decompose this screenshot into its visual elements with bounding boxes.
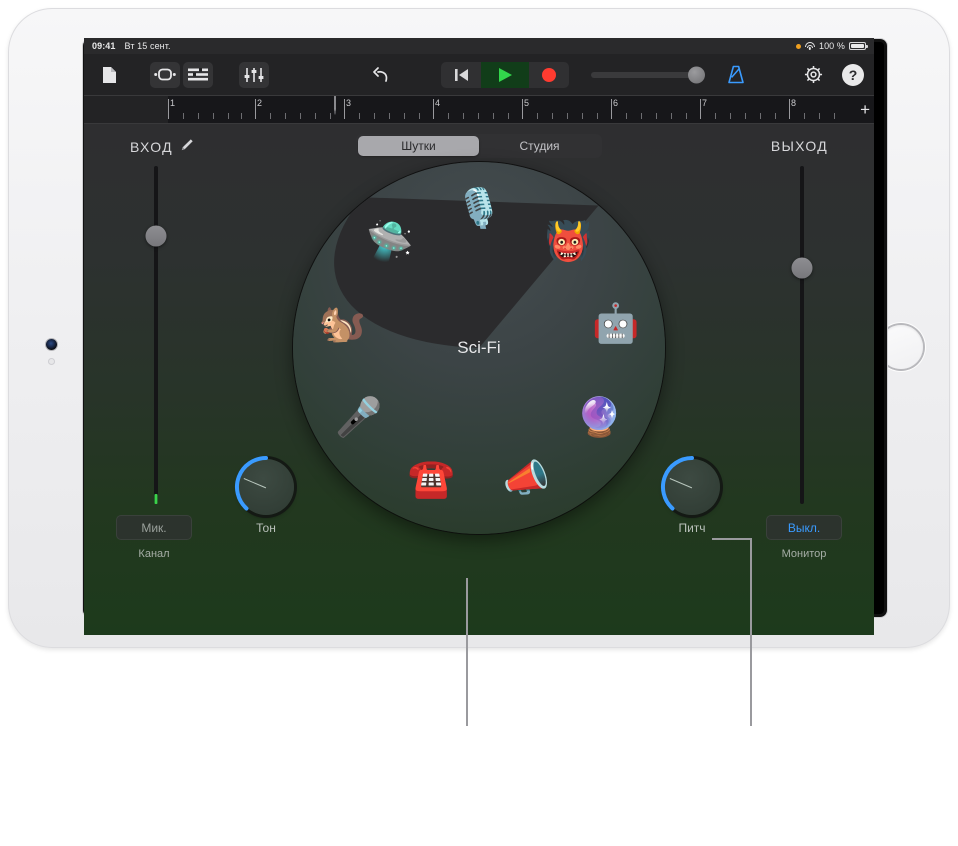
pitch-knob-label: Питч (678, 521, 706, 535)
segment-studio[interactable]: Студия (479, 136, 600, 156)
ruler-header-area (84, 96, 168, 123)
recording-indicator-dot (795, 43, 801, 49)
channel-button[interactable]: Мик. (116, 515, 192, 540)
wheel-slot-microphone-vintage-icon[interactable]: 🎙️ (450, 180, 508, 238)
ruler-bar-label: 8 (791, 98, 797, 108)
playhead[interactable] (334, 96, 351, 121)
battery-percent-label: 100 % (818, 41, 845, 51)
wheel-slot-microphone-gold-icon[interactable]: 🎤 (330, 389, 388, 447)
wheel-slot-bubbles-icon[interactable]: 🔮 (570, 389, 628, 447)
volume-slider-thumb[interactable] (688, 66, 705, 83)
ambient-sensor-icon (48, 358, 55, 365)
tone-knob-group: Тон (228, 455, 304, 535)
input-section-label: ВХОД (130, 138, 194, 156)
play-icon[interactable] (481, 61, 529, 88)
help-button[interactable]: ? (842, 63, 864, 86)
metronome-icon[interactable] (721, 62, 751, 88)
pitch-knob[interactable] (661, 455, 720, 515)
wheel-slot-robot-icon[interactable]: 🤖 (587, 295, 645, 353)
document-icon[interactable] (94, 62, 124, 88)
screenshot-root: 09:41 Вт 15 сент. 100 % ? 1 2 3 4 5 6 7 … (0, 0, 958, 846)
home-button[interactable] (879, 325, 923, 369)
callout-leader-pitch-elbow (712, 538, 752, 540)
status-bar: 09:41 Вт 15 сент. 100 % (84, 38, 874, 54)
wheel-slot-chipmunk-icon[interactable]: 🐿️ (313, 295, 371, 353)
battery-icon (849, 42, 868, 50)
input-level-slider[interactable] (145, 166, 167, 504)
monitor-button[interactable]: Выкл. (766, 515, 842, 540)
channel-label: Канал (138, 548, 170, 560)
rewind-to-start-icon[interactable] (441, 61, 481, 88)
mixer-faders-icon[interactable] (239, 61, 269, 88)
callout-leader-pitch (750, 538, 752, 726)
main-toolbar: ? (84, 54, 874, 96)
output-slider-thumb[interactable] (791, 257, 813, 279)
callout-leader-wheel (466, 578, 468, 726)
status-time: 09:41 (92, 41, 116, 51)
wifi-icon (804, 42, 815, 50)
wheel-slot-monster-icon[interactable]: 👹 (539, 213, 597, 271)
ruler-bar-label: 7 (702, 98, 708, 108)
ruler-bar-label: 5 (524, 98, 530, 108)
settings-gear-icon[interactable] (798, 62, 828, 88)
app-screen: 09:41 Вт 15 сент. 100 % ? 1 2 3 4 5 6 7 … (84, 38, 874, 635)
voice-effects-panel: ВХОД ВЫХОД Шутки Студия Sci-Fi 🎙️ 👹 🤖 🔮 … (84, 124, 874, 635)
add-track-button[interactable]: + (860, 100, 870, 120)
ruler-bar-label: 2 (257, 98, 263, 108)
ruler-bar-label: 6 (613, 98, 619, 108)
loop-browser-icon[interactable] (150, 61, 180, 88)
wheel-center-label: Sci-Fi (457, 338, 501, 357)
tone-knob-label: Тон (256, 521, 276, 535)
undo-arrow-icon[interactable] (365, 62, 395, 88)
master-volume-slider[interactable] (591, 66, 705, 83)
tracks-view-icon[interactable] (183, 61, 213, 88)
wheel-slot-telephone-icon[interactable]: ☎️ (402, 450, 460, 508)
ruler-marks: 1 2 3 4 5 6 7 8 (168, 96, 850, 123)
ruler-bar-label: 4 (435, 98, 441, 108)
front-camera-icon (46, 339, 57, 350)
category-segmented-control: Шутки Студия (356, 134, 602, 158)
output-section-label: ВЫХОД (770, 138, 828, 154)
wheel-slot-ufo-icon[interactable]: 🛸 (361, 213, 419, 271)
timeline-ruler[interactable]: 1 2 3 4 5 6 7 8 + (84, 96, 874, 124)
status-date: Вт 15 сент. (124, 41, 171, 51)
voice-effect-wheel[interactable]: Sci-Fi 🎙️ 👹 🤖 🔮 📣 ☎️ 🎤 🐿️ 🛸 (293, 162, 665, 534)
monitor-label: Монитор (781, 548, 827, 560)
record-icon[interactable] (529, 61, 569, 88)
input-level-meter (154, 494, 158, 504)
pitch-knob-group: Питч (654, 455, 730, 535)
output-level-slider[interactable] (791, 166, 813, 504)
segment-jokes[interactable]: Шутки (358, 136, 479, 156)
transport-controls (441, 61, 569, 88)
tone-knob[interactable] (235, 455, 294, 515)
input-tool-icon[interactable] (179, 138, 194, 156)
ruler-bar-label: 1 (170, 98, 176, 108)
wheel-slot-megaphone-icon[interactable]: 📣 (498, 450, 556, 508)
input-slider-thumb[interactable] (145, 225, 167, 247)
